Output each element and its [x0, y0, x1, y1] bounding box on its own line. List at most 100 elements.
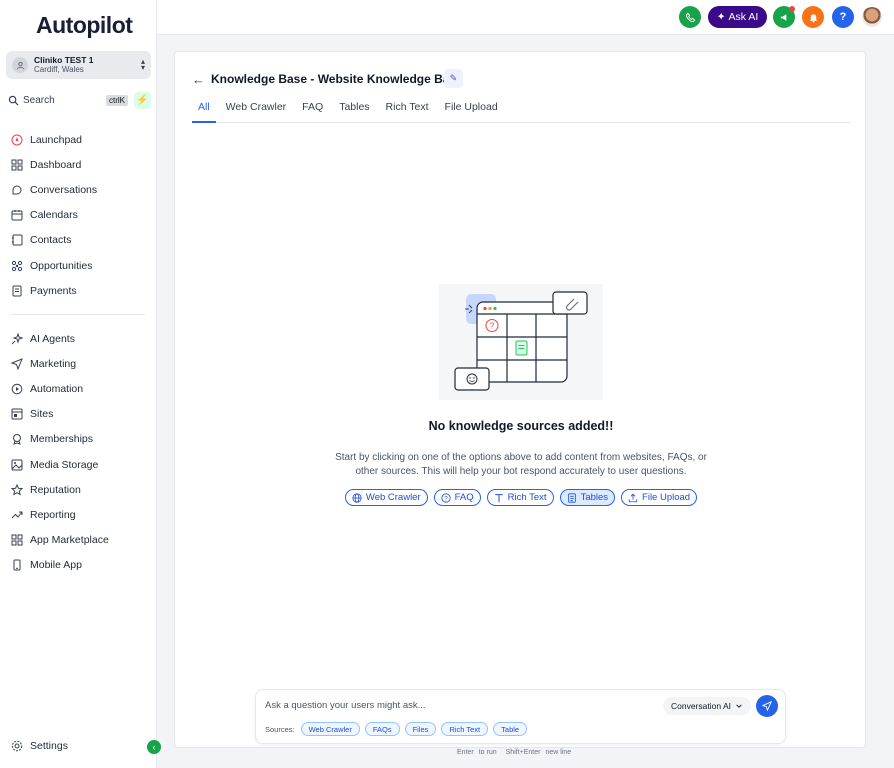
- svg-text:?: ?: [490, 322, 495, 331]
- empty-state-description: Start by clicking on one of the options …: [335, 452, 707, 477]
- sparkle-icon: [11, 332, 23, 345]
- sidebar-item-contacts[interactable]: Contacts: [11, 228, 151, 253]
- rocket-icon: [11, 134, 23, 146]
- sidebar-item-label: Automation: [30, 382, 84, 395]
- chip-label: Tables: [580, 492, 609, 503]
- text-icon: [494, 493, 503, 502]
- add-web-crawler-button[interactable]: Web Crawler: [344, 489, 428, 506]
- sidebar-item-mobile-app[interactable]: Mobile App: [11, 553, 151, 578]
- keyboard-hints: Enter to run Shift+Enter new line: [457, 749, 575, 756]
- test-question-box: Conversation AI Sources: Web Crawler FAQ…: [255, 689, 786, 744]
- source-chip-files[interactable]: Files: [404, 722, 437, 736]
- sidebar-item-media-storage[interactable]: Media Storage: [11, 452, 151, 477]
- ask-ai-button[interactable]: ✦ Ask AI: [708, 6, 767, 28]
- phone-button[interactable]: [679, 6, 701, 28]
- sidebar-item-label: Dashboard: [30, 158, 82, 171]
- source-type-chips: Web Crawler ? FAQ Rich Text Tables File …: [175, 489, 867, 506]
- add-tables-button[interactable]: Tables: [559, 489, 616, 506]
- sidebar-item-launchpad[interactable]: Launchpad: [11, 127, 151, 152]
- sparkle-icon: ✦: [716, 11, 726, 23]
- sidebar-item-automation[interactable]: Automation: [11, 376, 151, 401]
- sidebar-item-app-marketplace[interactable]: App Marketplace: [11, 528, 151, 553]
- avatar[interactable]: [862, 7, 882, 27]
- sidebar-item-marketing[interactable]: Marketing: [11, 351, 151, 376]
- sidebar-item-label: Contacts: [30, 234, 72, 247]
- tab-faq[interactable]: FAQ: [296, 101, 329, 123]
- sidebar-item-memberships[interactable]: Memberships: [11, 427, 151, 452]
- knowledge-base-card: ← Knowledge Base - Website Knowledge Bas…: [174, 51, 866, 748]
- bell-icon: [809, 13, 817, 23]
- pencil-icon: ✎: [449, 73, 458, 83]
- chat-icon: [11, 184, 23, 196]
- mode-dropdown[interactable]: Conversation AI: [663, 697, 751, 715]
- send-icon: [762, 701, 772, 711]
- help-button[interactable]: ?: [832, 6, 854, 28]
- announcements-button[interactable]: [773, 6, 795, 28]
- search-icon: [8, 95, 19, 106]
- account-name: Cliniko TEST 1: [34, 55, 94, 65]
- sidebar-item-label: Media Storage: [30, 458, 99, 471]
- globe-icon: [352, 492, 362, 503]
- sidebar-item-sites[interactable]: Sites: [11, 402, 151, 427]
- chevron-left-icon: ‹: [152, 742, 156, 752]
- nav-primary: Launchpad Dashboard Conversations Calend…: [11, 127, 151, 303]
- chip-label: FAQ: [454, 492, 474, 503]
- question-input[interactable]: [265, 700, 655, 711]
- edit-title-button[interactable]: ✎: [444, 69, 463, 88]
- add-file-upload-button[interactable]: File Upload: [621, 489, 698, 506]
- tab-tables[interactable]: Tables: [333, 101, 375, 123]
- tab-all[interactable]: All: [192, 101, 216, 123]
- source-chip-web-crawler[interactable]: Web Crawler: [300, 722, 360, 736]
- tab-rich-text[interactable]: Rich Text: [380, 101, 435, 123]
- tab-file-upload[interactable]: File Upload: [439, 101, 504, 123]
- sidebar-item-label: Marketing: [30, 357, 77, 370]
- sidebar-item-label: Sites: [30, 408, 54, 421]
- empty-state-illustration: ?: [439, 284, 603, 400]
- sidebar-item-conversations[interactable]: Conversations: [11, 177, 151, 202]
- svg-text:?: ?: [444, 495, 448, 502]
- source-chip-table[interactable]: Table: [493, 722, 528, 736]
- send-icon: [11, 357, 23, 370]
- sidebar-item-payments[interactable]: Payments: [11, 278, 151, 303]
- sidebar-item-settings[interactable]: Settings: [11, 737, 151, 755]
- source-chip-faqs[interactable]: FAQs: [364, 722, 400, 736]
- chevron-down-icon: [736, 704, 742, 708]
- notifications-button[interactable]: [802, 6, 824, 28]
- collapse-sidebar-button[interactable]: ‹: [147, 740, 161, 754]
- notification-dot: [789, 6, 795, 12]
- add-faq-button[interactable]: ? FAQ: [433, 489, 481, 506]
- sidebar-item-opportunities[interactable]: Opportunities: [11, 253, 151, 278]
- image-icon: [11, 459, 23, 471]
- nav-divider: [11, 314, 145, 315]
- sidebar-item-dashboard[interactable]: Dashboard: [11, 152, 151, 177]
- back-arrow-icon[interactable]: ←: [192, 72, 205, 87]
- search-shortcut: ctrlK: [106, 95, 128, 106]
- sidebar-item-label: Conversations: [30, 183, 98, 196]
- tab-web-crawler[interactable]: Web Crawler: [220, 101, 293, 123]
- sidebar-item-calendars[interactable]: Calendars: [11, 203, 151, 228]
- phone-icon: [685, 12, 695, 22]
- upload-icon: [628, 493, 638, 502]
- sites-icon: [11, 408, 23, 420]
- send-button[interactable]: [756, 695, 778, 717]
- trend-icon: [11, 509, 23, 521]
- add-rich-text-button[interactable]: Rich Text: [486, 489, 554, 506]
- question-icon: ?: [839, 11, 847, 23]
- sidebar-item-ai-agents[interactable]: AI Agents: [11, 326, 151, 351]
- sidebar-item-label: Reputation: [30, 483, 81, 496]
- sidebar-item-label: Memberships: [30, 433, 94, 446]
- source-chip-rich-text[interactable]: Rich Text: [441, 722, 489, 736]
- sidebar-item-reporting[interactable]: Reporting: [11, 502, 151, 527]
- gear-icon: [11, 740, 23, 752]
- account-switcher[interactable]: Cliniko TEST 1 Cardiff, Wales ▴ ▾: [6, 51, 151, 79]
- sidebar-item-reputation[interactable]: Reputation: [11, 477, 151, 502]
- account-icon: [12, 57, 28, 73]
- logo[interactable]: Autopilot: [36, 11, 133, 39]
- tabs: All Web Crawler FAQ Tables Rich Text Fil…: [192, 101, 851, 123]
- bolt-icon[interactable]: ⚡: [134, 92, 151, 109]
- star-icon: [11, 483, 23, 496]
- sidebar-item-label: Mobile App: [30, 559, 82, 572]
- sidebar-search[interactable]: Search ctrlK ⚡: [8, 92, 151, 109]
- mobile-icon: [11, 559, 23, 571]
- nav-secondary: AI Agents Marketing Automation Sites Mem…: [11, 326, 151, 578]
